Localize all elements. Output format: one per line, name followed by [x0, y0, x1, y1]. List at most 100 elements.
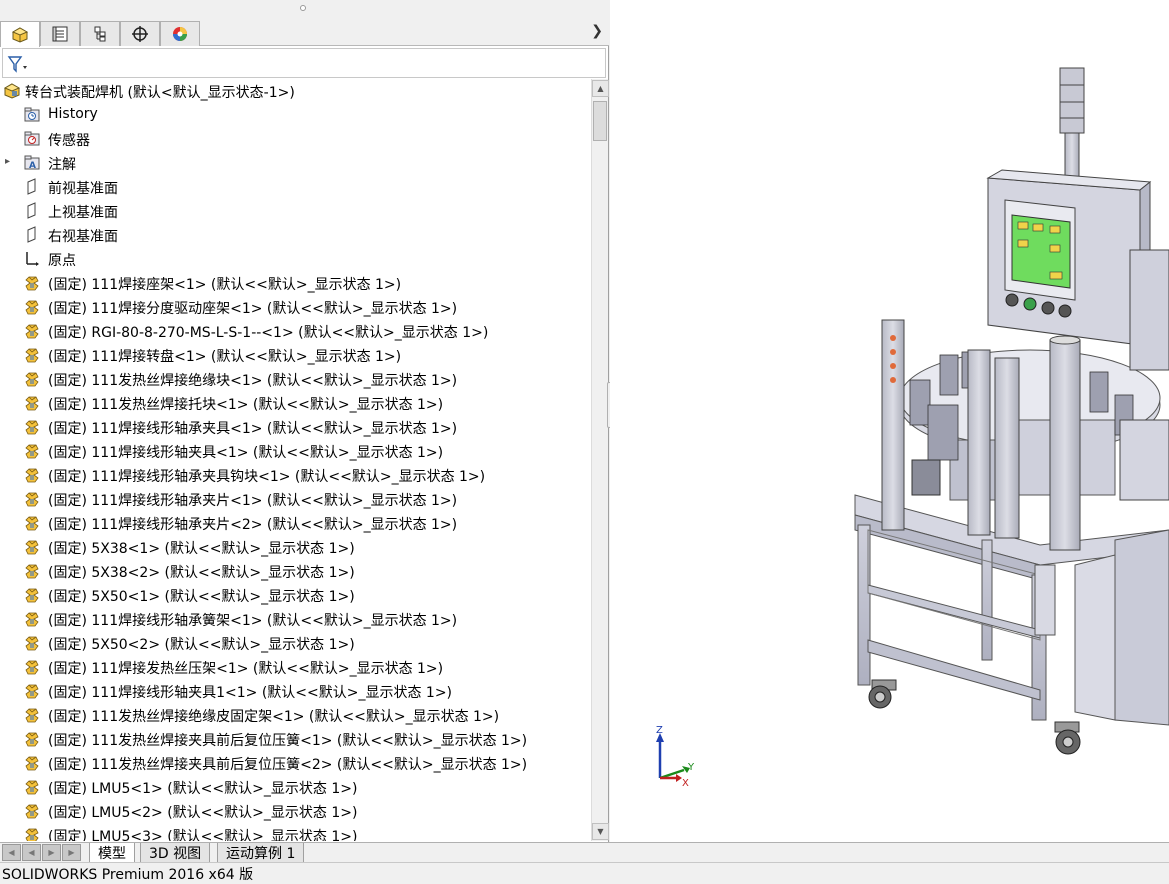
- tree-item-icon: [23, 106, 41, 124]
- tree-item-label: (固定) 111焊接线形轴承夹片<2> (默认<<默认>_显示状态 1>): [48, 517, 458, 533]
- prev-tab-icon[interactable]: ◀: [22, 844, 41, 861]
- graphics-area[interactable]: Z Y X: [610, 0, 1169, 842]
- tree-item[interactable]: (固定) 111焊接线形轴承夹片<2> (默认<<默认>_显示状态 1>): [0, 511, 591, 535]
- part-icon: [25, 468, 39, 483]
- tab-motion-study-1[interactable]: 运动算例 1: [217, 843, 305, 863]
- tab-navigation: ◀ ◀ ▶ ▶: [2, 844, 82, 861]
- scroll-up-icon[interactable]: ▲: [592, 80, 609, 97]
- tree-item[interactable]: 上视基准面: [0, 199, 591, 223]
- part-icon: [25, 588, 39, 603]
- tab-scroll-right-icon[interactable]: ❯: [591, 23, 603, 39]
- expand-arrow-icon[interactable]: ▸: [5, 156, 10, 167]
- tree-item-icon: [23, 178, 41, 196]
- configurationmanager-icon: [94, 26, 106, 42]
- dimxpert-icon: [132, 26, 148, 42]
- triad-y-label: Y: [687, 762, 695, 773]
- tree-item-icon: [23, 562, 41, 580]
- next-tab-icon[interactable]: ▶: [42, 844, 61, 861]
- tree-item[interactable]: (固定) 5X38<1> (默认<<默认>_显示状态 1>): [0, 535, 591, 559]
- scroll-down-icon[interactable]: ▼: [592, 823, 609, 840]
- tree-item-label: 传感器: [48, 133, 90, 149]
- axis-triad[interactable]: Z Y X: [656, 725, 695, 789]
- tree-item-icon: [23, 658, 41, 676]
- propertymanager-icon: [52, 26, 68, 42]
- tab-featuremanager[interactable]: [0, 21, 40, 47]
- part-icon: [25, 684, 39, 699]
- tree-item[interactable]: (固定) 111焊接线形轴承夹具钩块<1> (默认<<默认>_显示状态 1>): [0, 463, 591, 487]
- part-icon: [25, 708, 39, 723]
- tree-item-label: (固定) 111发热丝焊接夹具前后复位压簧<2> (默认<<默认>_显示状态 1…: [48, 757, 528, 773]
- tree-item[interactable]: (固定) 111发热丝焊接托块<1> (默认<<默认>_显示状态 1>): [0, 391, 591, 415]
- first-tab-icon[interactable]: ◀: [2, 844, 21, 861]
- tree-item[interactable]: 原点: [0, 247, 591, 271]
- tree-item[interactable]: (固定) RGI-80-8-270-MS-L-S-1--<1> (默认<<默认>…: [0, 319, 591, 343]
- assembly-icon: [3, 83, 21, 99]
- tree-item-icon: [23, 442, 41, 460]
- tree-item-icon: [23, 418, 41, 436]
- part-icon: [25, 564, 39, 579]
- tree-item[interactable]: (固定) 111焊接分度驱动座架<1> (默认<<默认>_显示状态 1>): [0, 295, 591, 319]
- tree-item-icon: [23, 130, 41, 148]
- tree-item-label: (固定) 111发热丝焊接托块<1> (默认<<默认>_显示状态 1>): [48, 397, 444, 413]
- tree-item[interactable]: (固定) 111焊接线形轴承簧架<1> (默认<<默认>_显示状态 1>): [0, 607, 591, 631]
- tree-item-label: (固定) RGI-80-8-270-MS-L-S-1--<1> (默认<<默认>…: [48, 325, 489, 341]
- tree-item[interactable]: (固定) 111焊接线形轴承夹片<1> (默认<<默认>_显示状态 1>): [0, 487, 591, 511]
- tree-item-label: (固定) 5X38<1> (默认<<默认>_显示状态 1>): [48, 541, 355, 557]
- tree-item[interactable]: (固定) 111焊接发热丝压架<1> (默认<<默认>_显示状态 1>): [0, 655, 591, 679]
- tree-item-icon: [23, 610, 41, 628]
- tree-item[interactable]: (固定) 111焊接转盘<1> (默认<<默认>_显示状态 1>): [0, 343, 591, 367]
- tree-item-label: (固定) 111焊接发热丝压架<1> (默认<<默认>_显示状态 1>): [48, 661, 444, 677]
- tree-item[interactable]: (固定) 111发热丝焊接夹具前后复位压簧<1> (默认<<默认>_显示状态 1…: [0, 727, 591, 751]
- tree-item-label: (固定) LMU5<2> (默认<<默认>_显示状态 1>): [48, 805, 358, 821]
- bottom-tabbar: ◀ ◀ ▶ ▶ 模型 3D 视图 运动算例 1: [0, 842, 1169, 863]
- tree-item-label: (固定) 111发热丝焊接绝缘皮固定架<1> (默认<<默认>_显示状态 1>): [48, 709, 500, 725]
- tree-item-icon: [23, 538, 41, 556]
- part-icon: [25, 804, 39, 819]
- tree-item[interactable]: (固定) 111焊接座架<1> (默认<<默认>_显示状态 1>): [0, 271, 591, 295]
- tab-propertymanager[interactable]: [40, 21, 80, 46]
- tree-item[interactable]: (固定) LMU5<3> (默认<<默认>_显示状态 1>): [0, 823, 591, 841]
- tree-item[interactable]: (固定) LMU5<2> (默认<<默认>_显示状态 1>): [0, 799, 591, 823]
- tree-item[interactable]: (固定) 5X50<1> (默认<<默认>_显示状态 1>): [0, 583, 591, 607]
- caster: [868, 679, 897, 709]
- tab-model[interactable]: 模型: [89, 843, 135, 863]
- tree-item-icon: [23, 826, 41, 841]
- tree-item[interactable]: (固定) 111发热丝焊接夹具前后复位压簧<2> (默认<<默认>_显示状态 1…: [0, 751, 591, 775]
- tree-item[interactable]: (固定) 111发热丝焊接绝缘块<1> (默认<<默认>_显示状态 1>): [0, 367, 591, 391]
- tree-item[interactable]: (固定) 111焊接线形轴夹具1<1> (默认<<默认>_显示状态 1>): [0, 679, 591, 703]
- tree-item-label: (固定) 111发热丝焊接夹具前后复位压簧<1> (默认<<默认>_显示状态 1…: [48, 733, 528, 749]
- tab-dimxpert[interactable]: [120, 21, 160, 46]
- tree-item[interactable]: (固定) 111焊接线形轴夹具<1> (默认<<默认>_显示状态 1>): [0, 439, 591, 463]
- tree-item-label: (固定) LMU5<3> (默认<<默认>_显示状态 1>): [48, 829, 358, 841]
- tree-item-icon: [23, 322, 41, 340]
- tree-item[interactable]: (固定) 111发热丝焊接绝缘皮固定架<1> (默认<<默认>_显示状态 1>): [0, 703, 591, 727]
- tree-item[interactable]: (固定) LMU5<1> (默认<<默认>_显示状态 1>): [0, 775, 591, 799]
- tree-item-label: (固定) 111焊接分度驱动座架<1> (默认<<默认>_显示状态 1>): [48, 301, 458, 317]
- filter-icon: [7, 56, 27, 73]
- tree-item[interactable]: (固定) 111焊接线形轴承夹具<1> (默认<<默认>_显示状态 1>): [0, 415, 591, 439]
- tree-filter-field[interactable]: [2, 48, 606, 78]
- tab-3d-view[interactable]: 3D 视图: [140, 843, 211, 863]
- tree-item[interactable]: (固定) 5X38<2> (默认<<默认>_显示状态 1>): [0, 559, 591, 583]
- tree-item[interactable]: (固定) 5X50<2> (默认<<默认>_显示状态 1>): [0, 631, 591, 655]
- tree-item-label: (固定) 5X50<1> (默认<<默认>_显示状态 1>): [48, 589, 355, 605]
- tree-item[interactable]: History: [0, 103, 591, 127]
- triad-x-label: X: [682, 778, 689, 789]
- part-icon: [25, 636, 39, 651]
- scroll-thumb[interactable]: [593, 101, 607, 141]
- tree-item[interactable]: 前视基准面: [0, 175, 591, 199]
- last-tab-icon[interactable]: ▶: [62, 844, 81, 861]
- tab-display-manager[interactable]: [160, 21, 200, 46]
- tree-vertical-scrollbar[interactable]: ▲ ▼: [591, 79, 609, 841]
- tab-configurationmanager[interactable]: [80, 21, 120, 46]
- tree-item[interactable]: ▸ A 注解: [0, 151, 591, 175]
- tree-item-icon: [23, 730, 41, 748]
- tree-item-icon: [23, 778, 41, 796]
- tree-root-assembly[interactable]: 转台式装配焊机 (默认<默认_显示状态-1>): [0, 79, 591, 103]
- tree-item[interactable]: 传感器: [0, 127, 591, 151]
- tree-item[interactable]: 右视基准面: [0, 223, 591, 247]
- tree-item-label: (固定) 111焊接线形轴承夹具钩块<1> (默认<<默认>_显示状态 1>): [48, 469, 486, 485]
- panel-grip[interactable]: [0, 0, 609, 18]
- tree-item-icon: [23, 202, 41, 220]
- part-icon: [25, 540, 39, 555]
